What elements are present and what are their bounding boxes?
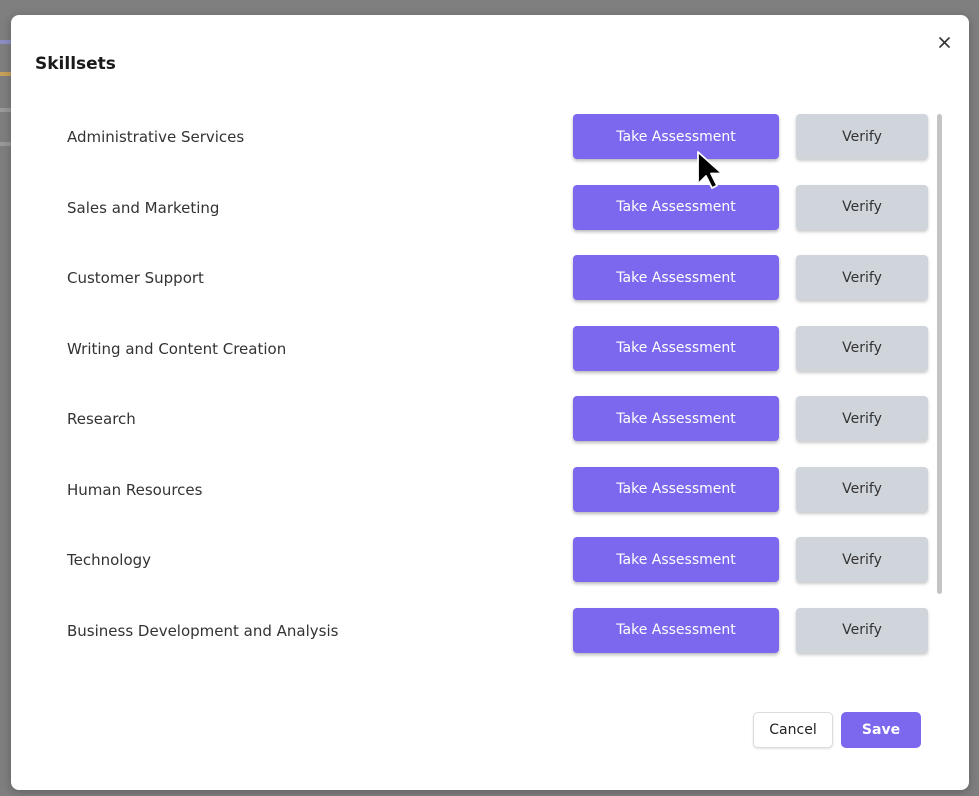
- skill-row: Business Development and Analysis Take A…: [11, 607, 969, 679]
- verify-button[interactable]: Verify: [796, 255, 928, 300]
- close-icon: [938, 36, 950, 48]
- skill-label: Human Resources: [67, 480, 203, 499]
- verify-button[interactable]: Verify: [796, 114, 928, 159]
- skill-row: Technology Take Assessment Verify: [11, 537, 969, 608]
- skill-row: Sales and Marketing Take Assessment Veri…: [11, 184, 969, 256]
- skill-label: Customer Support: [67, 269, 204, 287]
- scrollbar-thumb[interactable]: [937, 114, 942, 594]
- take-assessment-button[interactable]: Take Assessment: [573, 396, 779, 441]
- skill-list: Administrative Services Take Assessment …: [11, 114, 969, 678]
- close-button[interactable]: [933, 31, 955, 53]
- modal-title: Skillsets: [35, 54, 116, 74]
- skill-row: Administrative Services Take Assessment …: [11, 114, 969, 185]
- take-assessment-button[interactable]: Take Assessment: [573, 255, 779, 300]
- skill-row: Human Resources Take Assessment Verify: [11, 466, 969, 538]
- verify-button[interactable]: Verify: [796, 537, 928, 582]
- scrollbar[interactable]: [937, 114, 942, 594]
- skill-row: Research Take Assessment Verify: [11, 396, 969, 467]
- skill-label: Technology: [67, 551, 152, 569]
- take-assessment-button[interactable]: Take Assessment: [573, 607, 779, 653]
- skill-row: Customer Support Take Assessment Verify: [11, 255, 969, 326]
- verify-button[interactable]: Verify: [796, 184, 928, 230]
- cancel-button[interactable]: Cancel: [753, 712, 833, 748]
- take-assessment-button[interactable]: Take Assessment: [573, 184, 779, 230]
- skill-label: Sales and Marketing: [67, 198, 220, 217]
- take-assessment-button[interactable]: Take Assessment: [573, 537, 779, 582]
- skill-label: Administrative Services: [67, 128, 245, 146]
- verify-button[interactable]: Verify: [796, 396, 928, 441]
- verify-button[interactable]: Verify: [796, 607, 928, 653]
- skill-label: Research: [67, 410, 136, 428]
- verify-button[interactable]: Verify: [796, 466, 928, 512]
- take-assessment-button[interactable]: Take Assessment: [573, 466, 779, 512]
- verify-button[interactable]: Verify: [796, 325, 928, 371]
- take-assessment-button[interactable]: Take Assessment: [573, 325, 779, 371]
- skill-label: Writing and Content Creation: [67, 339, 287, 358]
- skill-row: Writing and Content Creation Take Assess…: [11, 325, 969, 397]
- save-button[interactable]: Save: [841, 712, 921, 748]
- skillsets-modal: Skillsets Administrative Services Take A…: [11, 15, 969, 790]
- skill-label: Business Development and Analysis: [67, 621, 339, 640]
- take-assessment-button[interactable]: Take Assessment: [573, 114, 779, 159]
